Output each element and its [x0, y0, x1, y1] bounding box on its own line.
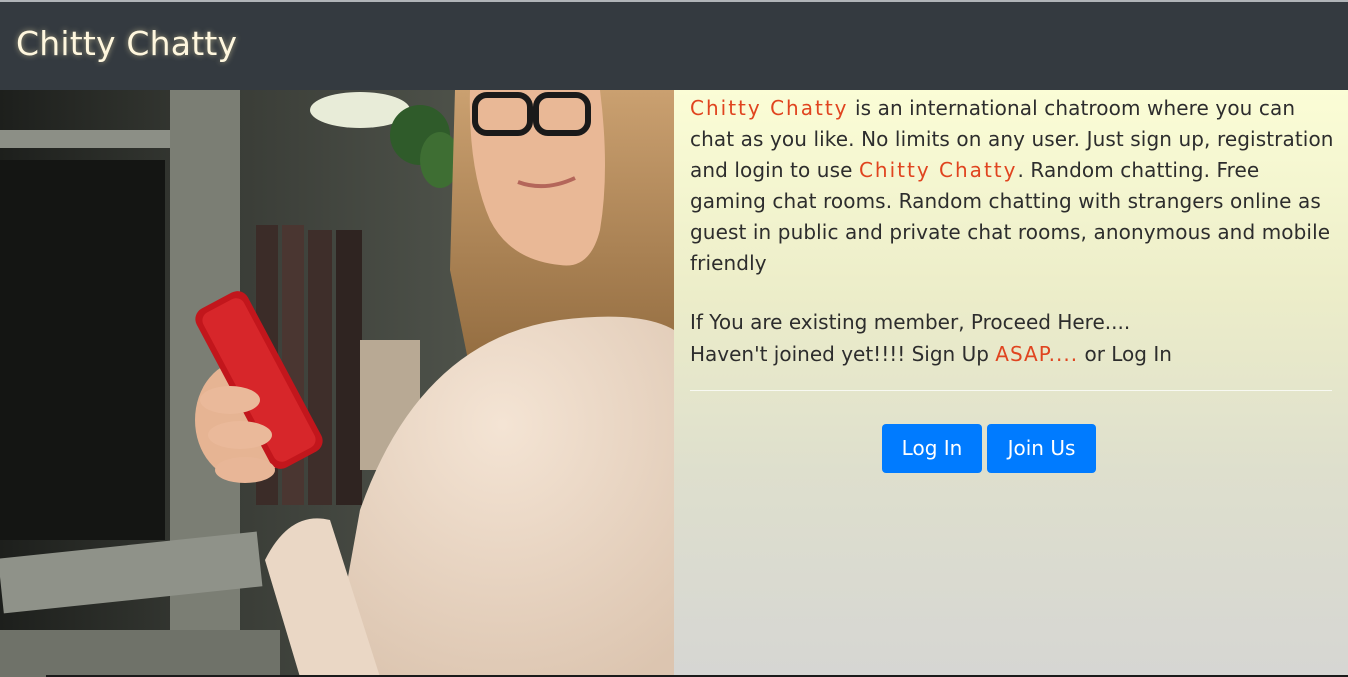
- login-button[interactable]: Log In: [882, 424, 982, 473]
- intro-panel: Chitty Chatty is an international chatro…: [674, 90, 1348, 677]
- asap-accent-text: ASAP....: [995, 342, 1079, 366]
- member-notice: If You are existing member, Proceed Here…: [690, 306, 1330, 370]
- brand-accent-text-2: Chitty Chatty: [858, 158, 1018, 182]
- join-us-button[interactable]: Join Us: [987, 424, 1096, 473]
- hero-image: [0, 90, 674, 677]
- intro-paragraph: Chitty Chatty is an international chatro…: [690, 93, 1340, 279]
- brand-logo-link[interactable]: Chitty Chatty: [16, 24, 237, 63]
- existing-member-text: If You are existing member, Proceed Here…: [690, 310, 1131, 334]
- join-prompt: Haven't joined yet!!!! Sign Up ASAP.... …: [690, 338, 1330, 370]
- hero-illustration: [0, 90, 674, 677]
- section-divider: [690, 390, 1332, 391]
- navbar: Chitty Chatty: [0, 2, 1348, 90]
- join-prompt-suffix: or Log In: [1078, 342, 1172, 366]
- join-prompt-text: Haven't joined yet!!!! Sign Up: [690, 342, 996, 366]
- brand-accent-text: Chitty Chatty: [690, 96, 849, 120]
